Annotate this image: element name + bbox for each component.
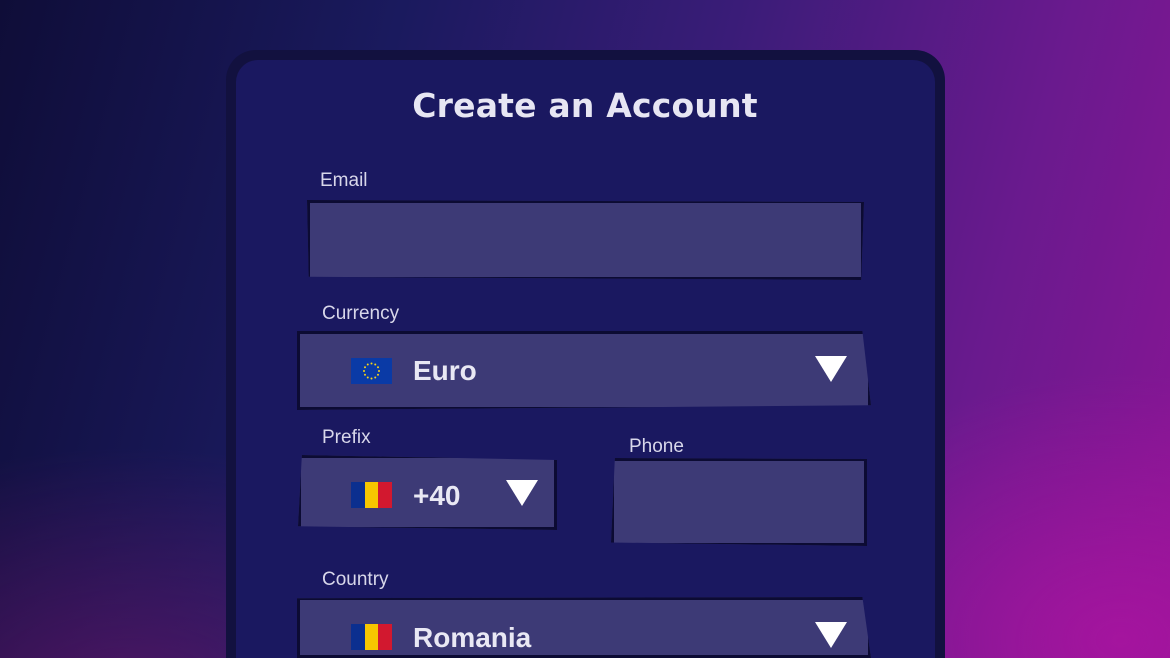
- currency-label: Currency: [322, 303, 400, 324]
- prefix-value: +40: [413, 480, 461, 511]
- phone-input[interactable]: [611, 458, 867, 546]
- page-title: Create an Account: [412, 86, 758, 125]
- romania-flag-icon: [351, 624, 393, 650]
- romania-flag-icon: [351, 482, 393, 508]
- email-input[interactable]: [307, 200, 864, 280]
- email-label: Email: [320, 170, 368, 191]
- currency-chevron-down-icon[interactable]: [815, 356, 847, 382]
- country-label: Country: [322, 569, 389, 590]
- prefix-chevron-down-icon[interactable]: [506, 480, 538, 506]
- currency-value: Euro: [413, 355, 477, 386]
- eu-flag-icon: [351, 358, 392, 384]
- country-chevron-down-icon[interactable]: [815, 622, 847, 648]
- country-value: Romania: [413, 622, 532, 653]
- phone-label: Phone: [629, 436, 684, 457]
- prefix-label: Prefix: [322, 427, 371, 448]
